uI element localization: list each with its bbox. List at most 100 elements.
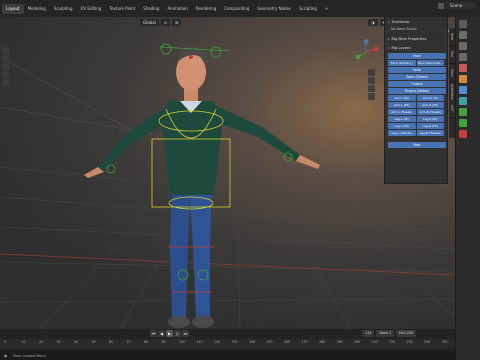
start-value: 1 [388, 331, 392, 335]
layer-torso-tweak-button[interactable]: Torso (Tweak) [388, 74, 446, 80]
workspace-tab-texture-paint[interactable]: Texture Paint [105, 4, 139, 14]
layer-arm-r-ik-button[interactable]: Arm.R (IK) [416, 95, 444, 101]
top-menu-bar: Layout Modeling Sculpting UV Editing Texture… [0, 0, 480, 17]
ruler-tick-label: 80 [144, 340, 149, 344]
scene-icon[interactable] [438, 2, 444, 9]
ruler-tick-label: 30 [56, 340, 61, 344]
rig-layers-panel-header[interactable]: ▾ Rig Layers [385, 43, 447, 52]
top-right-controls: Scene [438, 2, 476, 9]
mouse-icon: ▣ [4, 353, 8, 358]
output-properties-icon[interactable] [459, 42, 467, 50]
workspace-tab-uv-editing[interactable]: UV Editing [77, 4, 106, 14]
ruler-tick-label: 140 [249, 340, 256, 344]
ruler-tick-label: 110 [196, 340, 203, 344]
layer-arm-l-tweak-button[interactable]: Arm.L (Tweak) [388, 109, 416, 115]
navigation-gizmo[interactable] [353, 39, 379, 65]
ruler-tick-label: 90 [161, 340, 166, 344]
layer-arm-r-fk-button[interactable]: Arm.R (FK) [416, 102, 444, 108]
timeline-header: ⏮ ◀ ▶ ▷ ⏭ 174 Start 1 End 250 [0, 329, 455, 339]
transform-panel-header[interactable]: ▾ Transform [385, 17, 447, 26]
layer-torso-button[interactable]: Torso [388, 67, 446, 73]
scene-properties-icon[interactable] [459, 53, 467, 61]
jump-end-icon[interactable]: ⏭ [182, 330, 189, 337]
pan-hand-icon[interactable] [368, 77, 375, 84]
workspace-tab-scripting[interactable]: Scripting [295, 4, 321, 14]
start-frame-field[interactable]: Start 1 [376, 330, 395, 337]
layer-face-primary-button[interactable]: Face (Primary) [388, 60, 416, 66]
workspace-tab-shading[interactable]: Shading [139, 4, 163, 14]
sidebar-panel: ▾ Transform No Bone Active ▸ Rig Main Pr… [384, 16, 448, 184]
visibility-icon[interactable]: ◑ [368, 19, 378, 26]
layer-arm-r-tweak-button[interactable]: Arm.R (Tweak) [416, 109, 444, 115]
rig-main-panel-header[interactable]: ▸ Rig Main Properties [385, 34, 447, 43]
next-keyframe-icon[interactable]: ▷ [174, 330, 181, 337]
physics-properties-icon[interactable] [459, 97, 467, 105]
timeline-ruler[interactable]: 0 10 20 30 40 50 60 70 80 90 100 110 120 130 140 150 160… [0, 339, 455, 348]
add-workspace-button[interactable]: + [321, 4, 332, 14]
scale-tool-icon[interactable] [2, 79, 9, 86]
layer-arm-l-ik-button[interactable]: Arm.L (IK) [388, 95, 416, 101]
layer-leg-l-ik-button[interactable]: Leg.L (IK) [388, 116, 416, 122]
jump-start-icon[interactable]: ⏮ [150, 330, 157, 337]
move-tool-icon[interactable] [2, 63, 9, 70]
start-label: Start [379, 331, 388, 335]
transform-title: Transform [391, 20, 410, 24]
transform-orientation-dropdown[interactable]: Global [140, 19, 159, 26]
layer-leg-r-tweak-button[interactable]: Leg.R (Tweak) [416, 130, 444, 136]
rotate-tool-icon[interactable] [2, 71, 9, 78]
ruler-tick-label: 190 [336, 340, 343, 344]
character-model[interactable] [84, 46, 320, 328]
select-tool-icon[interactable] [2, 47, 9, 54]
bone-properties-icon[interactable] [459, 108, 467, 116]
layer-fingers-button[interactable]: Fingers [388, 81, 446, 87]
material-properties-icon[interactable] [459, 130, 467, 138]
ruler-tick-label: 170 [301, 340, 308, 344]
ruler-tick-label: 0 [4, 340, 7, 344]
tool-properties-icon[interactable] [459, 20, 467, 28]
ruler-tick-label: 250 [441, 340, 448, 344]
workspace-tab-sculpting[interactable]: Sculpting [50, 4, 77, 14]
camera-view-icon[interactable] [368, 85, 375, 92]
frame-fields: 174 Start 1 End 250 [362, 330, 417, 337]
perspective-toggle-icon[interactable] [368, 93, 375, 100]
workspace-tabs: Layout Modeling Sculpting UV Editing Texture… [0, 0, 332, 17]
expand-arrow-icon: ▸ [388, 37, 390, 41]
ruler-tick-label: 40 [74, 340, 79, 344]
modifier-properties-icon[interactable] [459, 86, 467, 94]
ruler-tick-label: 200 [354, 340, 361, 344]
pivot-icon[interactable]: ⊙ [160, 19, 171, 26]
workspace-tab-animation[interactable]: Animation [163, 4, 191, 14]
end-label: End [399, 331, 406, 335]
layer-leg-l-tweak-button[interactable]: Leg.L (Tweak) [388, 130, 416, 136]
scene-selector[interactable]: Scene [446, 2, 476, 9]
workspace-tab-rendering[interactable]: Rendering [192, 4, 220, 14]
current-frame-field[interactable]: 174 [362, 330, 375, 337]
playback-controls: ⏮ ◀ ▶ ▷ ⏭ [150, 330, 189, 337]
workspace-tab-layout[interactable]: Layout [2, 3, 24, 14]
workspace-tab-modeling[interactable]: Modeling [24, 4, 50, 14]
cursor-tool-icon[interactable] [2, 55, 9, 62]
end-frame-field[interactable]: End 250 [396, 330, 417, 337]
world-properties-icon[interactable] [459, 64, 467, 72]
zoom-icon[interactable] [368, 69, 375, 76]
play-icon[interactable]: ▶ [166, 330, 173, 337]
prev-keyframe-icon[interactable]: ◀ [158, 330, 165, 337]
render-properties-icon[interactable] [459, 31, 467, 39]
layer-leg-r-fk-button[interactable]: Leg.R (FK) [416, 123, 444, 129]
layer-arm-l-fk-button[interactable]: Arm.L (FK) [388, 102, 416, 108]
ruler-tick-label: 210 [371, 340, 378, 344]
layer-root-button[interactable]: Root [388, 142, 446, 148]
workspace-tab-geometry-nodes[interactable]: Geometry Nodes [253, 4, 295, 14]
object-properties-icon[interactable] [459, 75, 467, 83]
snap-icon[interactable]: ⊞ [172, 19, 182, 26]
ruler-tick-label: 70 [126, 340, 131, 344]
ruler-tick-label: 60 [109, 340, 114, 344]
view-controls [368, 69, 376, 101]
layer-face-secondary-button[interactable]: Face (Seconda... [416, 60, 444, 66]
bone-constraint-icon[interactable] [459, 119, 467, 127]
layer-face-button[interactable]: Face [388, 53, 446, 59]
workspace-tab-compositing[interactable]: Compositing [220, 4, 253, 14]
layer-fingers-detail-button[interactable]: Fingers (Detail) [388, 88, 446, 94]
layer-leg-r-ik-button[interactable]: Leg.R (IK) [416, 116, 444, 122]
layer-leg-l-fk-button[interactable]: Leg.L (FK) [388, 123, 416, 129]
